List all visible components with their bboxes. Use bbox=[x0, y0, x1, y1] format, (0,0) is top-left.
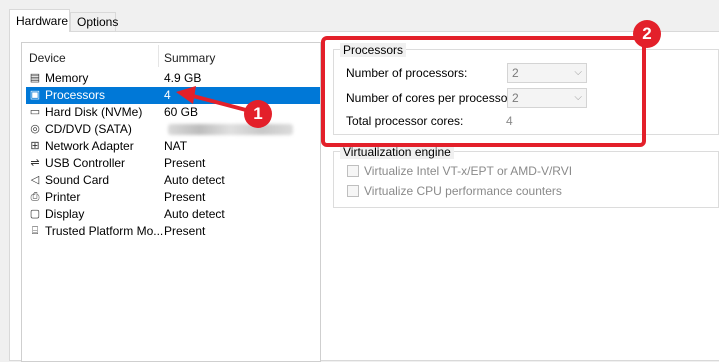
virtualize-cpu-counters-checkbox[interactable] bbox=[347, 185, 359, 197]
device-summary: 60 GB bbox=[164, 105, 199, 119]
device-row-network-adapter[interactable]: ⊞ Network Adapter NAT bbox=[26, 138, 320, 155]
memory-icon: ▤ bbox=[29, 72, 41, 84]
device-row-printer[interactable]: ⎙ Printer Present bbox=[26, 189, 320, 206]
device-summary: 4 bbox=[164, 88, 171, 102]
annotation-badge-1: 1 bbox=[244, 100, 272, 128]
device-column-header[interactable]: Device bbox=[29, 51, 66, 65]
device-name: Trusted Platform Mo... bbox=[45, 224, 164, 238]
device-list[interactable]: Device Summary ▤ Memory 4.9 GB ▣ Process… bbox=[21, 42, 321, 362]
cd-dvd-icon: ◎ bbox=[30, 123, 40, 135]
device-summary: Present bbox=[164, 224, 206, 238]
summary-column-header[interactable]: Summary bbox=[164, 51, 215, 65]
device-row-display[interactable]: ▢ Display Auto detect bbox=[26, 206, 320, 223]
device-summary: Auto detect bbox=[164, 173, 225, 187]
device-summary: Present bbox=[164, 190, 206, 204]
device-name: Printer bbox=[45, 190, 81, 204]
device-row-processors[interactable]: ▣ Processors 4 bbox=[26, 87, 320, 104]
hard-disk-icon: ▭ bbox=[29, 106, 41, 118]
printer-icon: ⎙ bbox=[30, 191, 40, 203]
tpm-icon: ⌸ bbox=[31, 225, 39, 237]
device-summary: Auto detect bbox=[164, 207, 225, 221]
tab-hardware[interactable]: Hardware bbox=[9, 9, 70, 32]
annotation-badge-2: 2 bbox=[633, 20, 661, 48]
processor-icon: ▣ bbox=[29, 89, 41, 101]
virtualize-vtx-label: Virtualize Intel VT-x/EPT or AMD-V/RVI bbox=[364, 164, 573, 178]
display-icon: ▢ bbox=[29, 208, 41, 220]
device-row-usb-controller[interactable]: ⇌ USB Controller Present bbox=[26, 155, 320, 172]
annotation-highlight-box bbox=[321, 36, 646, 147]
device-row-hard-disk[interactable]: ▭ Hard Disk (NVMe) 60 GB bbox=[26, 104, 320, 121]
device-name: CD/DVD (SATA) bbox=[45, 122, 132, 136]
device-row-cd-dvd[interactable]: ◎ CD/DVD (SATA) bbox=[26, 121, 320, 138]
device-name: Processors bbox=[45, 88, 106, 102]
network-adapter-icon: ⊞ bbox=[30, 140, 40, 152]
sound-card-icon: ◁ bbox=[30, 174, 40, 186]
column-divider[interactable] bbox=[158, 45, 159, 67]
device-summary: Present bbox=[164, 156, 206, 170]
device-name: Display bbox=[45, 207, 85, 221]
virtualization-engine-group bbox=[333, 151, 719, 208]
virtualize-cpu-counters-label: Virtualize CPU performance counters bbox=[364, 184, 562, 198]
device-summary: NAT bbox=[164, 139, 188, 153]
device-row-sound-card[interactable]: ◁ Sound Card Auto detect bbox=[26, 172, 320, 189]
device-row-memory[interactable]: ▤ Memory 4.9 GB bbox=[26, 70, 320, 87]
redacted-summary bbox=[168, 124, 293, 135]
device-name: Network Adapter bbox=[45, 139, 134, 153]
virtualize-vtx-checkbox[interactable] bbox=[347, 165, 359, 177]
device-name: Sound Card bbox=[45, 173, 110, 187]
device-summary: 4.9 GB bbox=[164, 71, 202, 85]
device-name: Hard Disk (NVMe) bbox=[45, 105, 143, 119]
virtualization-engine-title: Virtualization engine bbox=[340, 145, 454, 159]
usb-icon: ⇌ bbox=[30, 157, 40, 169]
device-row-trusted-platform-module[interactable]: ⌸ Trusted Platform Mo... Present bbox=[26, 223, 320, 240]
tab-options[interactable]: Options bbox=[70, 12, 118, 31]
device-name: Memory bbox=[45, 71, 89, 85]
device-name: USB Controller bbox=[45, 156, 126, 170]
